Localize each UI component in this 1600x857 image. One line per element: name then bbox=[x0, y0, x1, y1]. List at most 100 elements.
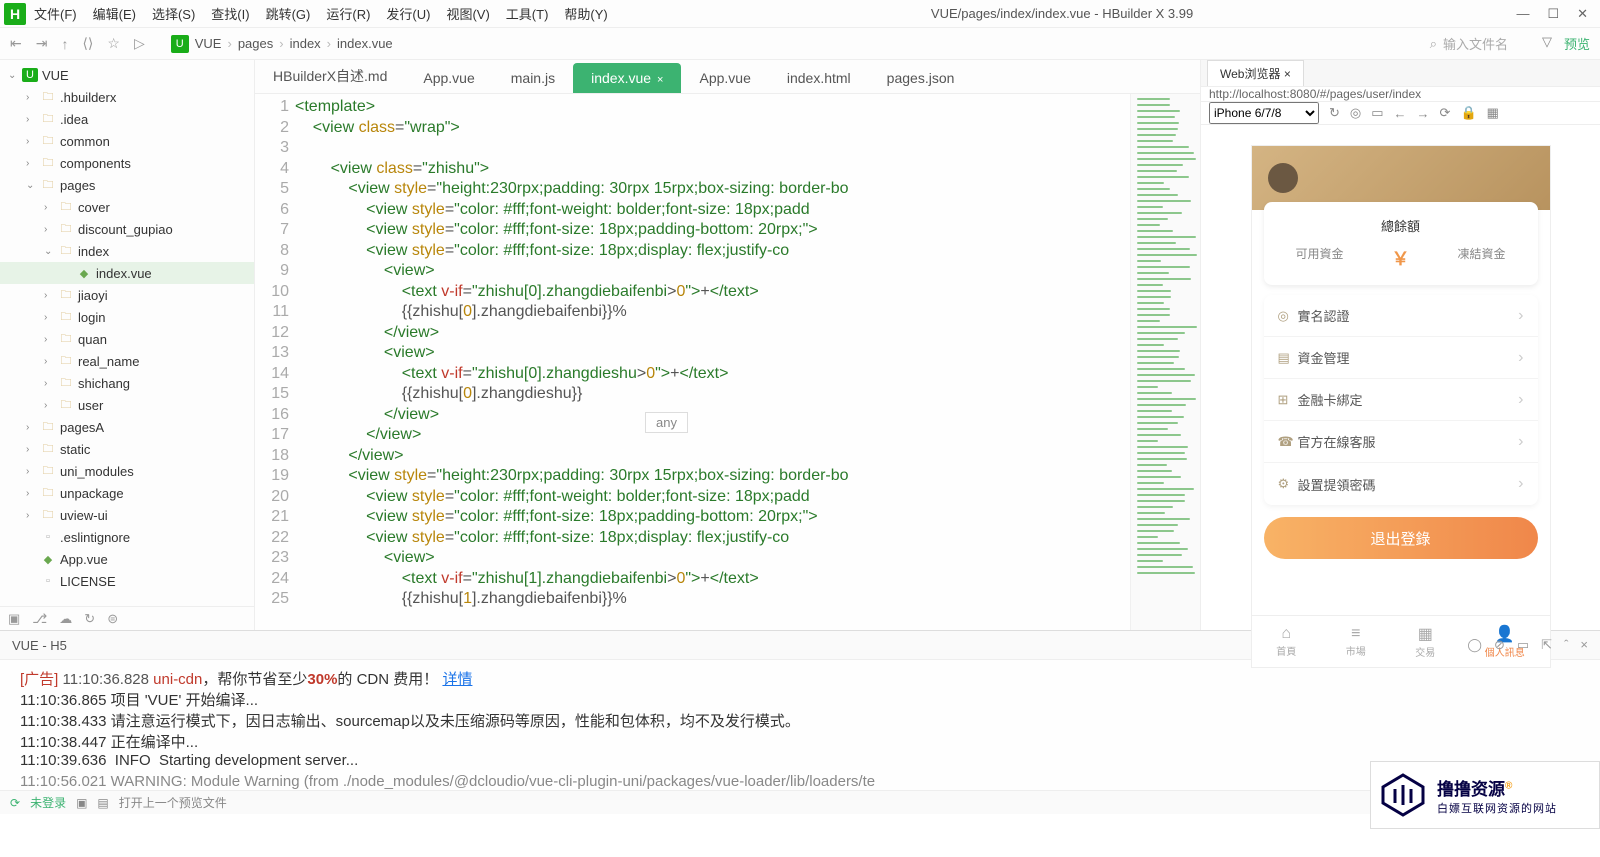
code-editor[interactable]: 1234567891011121314151617181920212223242… bbox=[255, 94, 1200, 630]
terminal-icon[interactable]: ▣ bbox=[8, 611, 20, 627]
tree-item[interactable]: ›🗀.idea bbox=[0, 108, 254, 130]
console-output[interactable]: [广告] 11:10:36.828 uni-cdn，帮你节省至少30%的 CDN… bbox=[0, 660, 1600, 790]
cloud-icon[interactable]: ☁ bbox=[59, 611, 72, 627]
user-menu-item[interactable]: ⚙設置提領密碼› bbox=[1264, 463, 1538, 505]
file-tree[interactable]: ⌄UVUE›🗀.hbuilderx›🗀.idea›🗀common›🗀compon… bbox=[0, 60, 254, 606]
nav-up-icon[interactable]: ↑ bbox=[61, 36, 68, 52]
logout-button[interactable]: 退出登錄 bbox=[1264, 517, 1538, 559]
tree-item[interactable]: ›🗀uview-ui bbox=[0, 504, 254, 526]
menu-item[interactable]: 跳转(G) bbox=[266, 4, 311, 23]
stop-icon[interactable]: ◯ bbox=[1467, 637, 1482, 653]
tree-item[interactable]: ›🗀components bbox=[0, 152, 254, 174]
menu-item[interactable]: 编辑(E) bbox=[93, 4, 136, 23]
editor-tab[interactable]: pages.json bbox=[869, 63, 973, 93]
preview-url[interactable]: http://localhost:8080/#/pages/user/index bbox=[1201, 87, 1600, 102]
tree-item[interactable]: ▫.eslintignore bbox=[0, 526, 254, 548]
tree-item[interactable]: ›🗀real_name bbox=[0, 350, 254, 372]
wrap-icon[interactable]: ▭ bbox=[1517, 637, 1529, 653]
editor-tab[interactable]: App.vue bbox=[405, 63, 492, 93]
code-content[interactable]: any <template> <view class="wrap"> <view… bbox=[295, 94, 1130, 630]
tree-item[interactable]: ▫LICENSE bbox=[0, 570, 254, 592]
phone-tab-item[interactable]: ⌂首頁 bbox=[1276, 625, 1296, 658]
tree-item[interactable]: ›🗀user bbox=[0, 394, 254, 416]
menu-item[interactable]: 帮助(Y) bbox=[564, 4, 607, 23]
menu-item[interactable]: 查找(I) bbox=[211, 4, 249, 23]
devtools-icon[interactable]: ▭ bbox=[1371, 105, 1383, 121]
minimize-icon[interactable]: — bbox=[1516, 6, 1529, 22]
user-menu-item[interactable]: ⊞金融卡綁定› bbox=[1264, 379, 1538, 421]
git-icon[interactable]: ⎇ bbox=[32, 611, 47, 627]
collapse-up-icon[interactable]: ˆ bbox=[1564, 637, 1568, 653]
qr-icon[interactable]: ▦ bbox=[1487, 105, 1499, 121]
nav-fwd-icon[interactable]: ⇥ bbox=[36, 35, 48, 52]
target-icon[interactable]: ◎ bbox=[1350, 105, 1361, 121]
filter-icon[interactable]: ▽ bbox=[1542, 34, 1552, 53]
phone-tab-item[interactable]: ≡市場 bbox=[1346, 625, 1366, 658]
tree-item[interactable]: ›🗀jiaoyi bbox=[0, 284, 254, 306]
tree-item[interactable]: ◆App.vue bbox=[0, 548, 254, 570]
menu-item[interactable]: 工具(T) bbox=[506, 4, 549, 23]
user-menu-item[interactable]: ☎官方在線客服› bbox=[1264, 421, 1538, 463]
reload-icon[interactable]: ⟳ bbox=[1440, 105, 1451, 121]
tree-item[interactable]: ›🗀discount_gupiao bbox=[0, 218, 254, 240]
breadcrumb-item[interactable]: VUE bbox=[195, 36, 222, 51]
user-menu-item[interactable]: ◎實名認證› bbox=[1264, 295, 1538, 337]
collapse-icon[interactable]: ⟨⟩ bbox=[82, 35, 93, 52]
play-icon[interactable]: ▷ bbox=[134, 35, 145, 52]
sync-icon[interactable]: ↻ bbox=[84, 611, 95, 627]
star-icon[interactable]: ☆ bbox=[107, 35, 120, 52]
menu-item[interactable]: 文件(F) bbox=[34, 4, 77, 23]
phone-tab-item[interactable]: ▦交易 bbox=[1415, 624, 1435, 659]
lock-icon[interactable]: 🔒 bbox=[1460, 105, 1476, 121]
tree-item[interactable]: ›🗀unpackage bbox=[0, 482, 254, 504]
menu-item[interactable]: 运行(R) bbox=[326, 4, 370, 23]
ad-link[interactable]: 详情 bbox=[442, 671, 472, 688]
editor-tab[interactable]: main.js bbox=[493, 63, 573, 93]
breadcrumb-item[interactable]: index bbox=[290, 36, 321, 51]
avatar-icon[interactable] bbox=[1268, 163, 1298, 193]
tree-item[interactable]: ⌄UVUE bbox=[0, 64, 254, 86]
close-icon[interactable]: × bbox=[1284, 67, 1291, 81]
web-browser-tab[interactable]: Web浏览器 × bbox=[1207, 60, 1304, 86]
tree-item[interactable]: ›🗀common bbox=[0, 130, 254, 152]
clear-icon[interactable]: ⊘ bbox=[1494, 637, 1505, 653]
menu-item[interactable]: 发行(U) bbox=[386, 4, 430, 23]
terminal-status-icon[interactable]: ▣ bbox=[76, 796, 87, 810]
editor-tab[interactable]: index.html bbox=[769, 63, 869, 93]
tree-item[interactable]: ⌄🗀pages bbox=[0, 174, 254, 196]
menu-item[interactable]: 选择(S) bbox=[152, 4, 195, 23]
breadcrumb-item[interactable]: pages bbox=[238, 36, 273, 51]
tree-item[interactable]: ◆index.vue bbox=[0, 262, 254, 284]
tree-item[interactable]: ›🗀cover bbox=[0, 196, 254, 218]
maximize-icon[interactable]: ☐ bbox=[1547, 6, 1559, 22]
tree-item[interactable]: ›🗀quan bbox=[0, 328, 254, 350]
sync-status-icon[interactable]: ⟳ bbox=[10, 796, 20, 810]
device-select[interactable]: iPhone 6/7/8 bbox=[1209, 102, 1319, 124]
tree-item[interactable]: ›🗀login bbox=[0, 306, 254, 328]
breadcrumb-item[interactable]: index.vue bbox=[337, 36, 393, 51]
refresh-icon[interactable]: ↻ bbox=[1329, 105, 1340, 121]
editor-tab[interactable]: App.vue bbox=[681, 63, 768, 93]
menu-item[interactable]: 视图(V) bbox=[446, 4, 489, 23]
close-icon[interactable]: ✕ bbox=[1577, 6, 1588, 22]
nav-back-icon[interactable]: ⇤ bbox=[10, 35, 22, 52]
tree-item[interactable]: ›🗀uni_modules bbox=[0, 460, 254, 482]
tree-item[interactable]: ›🗀static bbox=[0, 438, 254, 460]
login-status[interactable]: 未登录 bbox=[30, 794, 66, 811]
tree-item[interactable]: ›🗀.hbuilderx bbox=[0, 86, 254, 108]
user-menu-item[interactable]: ▤資金管理› bbox=[1264, 337, 1538, 379]
tree-item[interactable]: ›🗀shichang bbox=[0, 372, 254, 394]
panel-status-icon[interactable]: ▤ bbox=[97, 796, 108, 810]
file-search[interactable]: ⌕ 输入文件名 bbox=[1430, 34, 1508, 53]
preview-button[interactable]: 预览 bbox=[1564, 34, 1590, 53]
close-tab-icon[interactable]: × bbox=[657, 74, 663, 86]
export-icon[interactable]: ⇱ bbox=[1541, 637, 1552, 653]
forward-icon[interactable]: → bbox=[1417, 106, 1430, 121]
close-console-icon[interactable]: × bbox=[1580, 637, 1588, 653]
back-icon[interactable]: ← bbox=[1394, 106, 1407, 121]
chat-icon[interactable]: ⊜ bbox=[107, 611, 118, 627]
tree-item[interactable]: ›🗀pagesA bbox=[0, 416, 254, 438]
minimap[interactable] bbox=[1130, 94, 1200, 630]
editor-tab[interactable]: index.vue× bbox=[573, 63, 681, 93]
tree-item[interactable]: ⌄🗀index bbox=[0, 240, 254, 262]
